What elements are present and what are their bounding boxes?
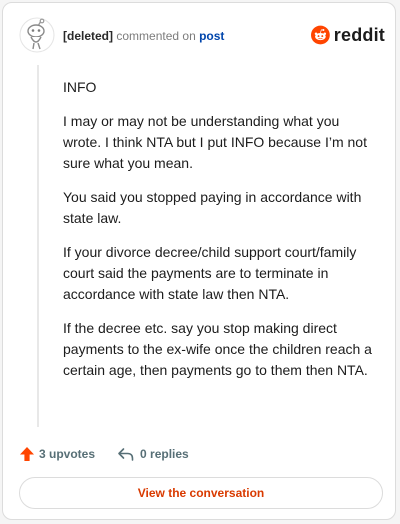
comment-paragraph: I may or may not be understanding what y… — [63, 113, 367, 171]
comment-author: [deleted] — [63, 29, 114, 43]
reply-count: 0 replies — [140, 447, 189, 461]
reply-arrow-icon — [118, 448, 134, 461]
upvote-arrow-icon — [20, 447, 34, 461]
comment-embed-card: [deleted] commented on post reddit INFO — [2, 2, 396, 520]
reddit-wordmark: reddit — [333, 24, 385, 45]
comment-paragraph: If the decree etc. say you stop making d… — [63, 320, 372, 378]
reddit-logo[interactable]: reddit — [311, 22, 385, 48]
comment-paragraph: If your divorce decree/child support cou… — [63, 244, 357, 302]
replies-button[interactable]: 0 replies — [117, 446, 189, 462]
upvote-button[interactable]: 3 upvotes — [19, 446, 95, 462]
comment-paragraph: You said you stopped paying in accordanc… — [63, 189, 362, 226]
comment-meta: [deleted] commented on post — [63, 29, 224, 43]
thread-line — [37, 65, 39, 427]
comment-header: [deleted] commented on post reddit — [3, 3, 395, 67]
comment-body: INFO I may or may not be understanding w… — [63, 77, 375, 394]
comment-actions: 3 upvotes 0 replies — [19, 443, 189, 465]
comment-paragraph: INFO — [63, 79, 97, 95]
post-link[interactable]: post — [199, 29, 224, 43]
reddit-logo-icon — [311, 25, 330, 45]
snoo-avatar-icon — [19, 17, 55, 53]
upvote-count: 3 upvotes — [39, 447, 96, 461]
view-conversation-button[interactable]: View the conversation — [19, 477, 383, 509]
comment-action-text: commented on — [116, 29, 196, 43]
